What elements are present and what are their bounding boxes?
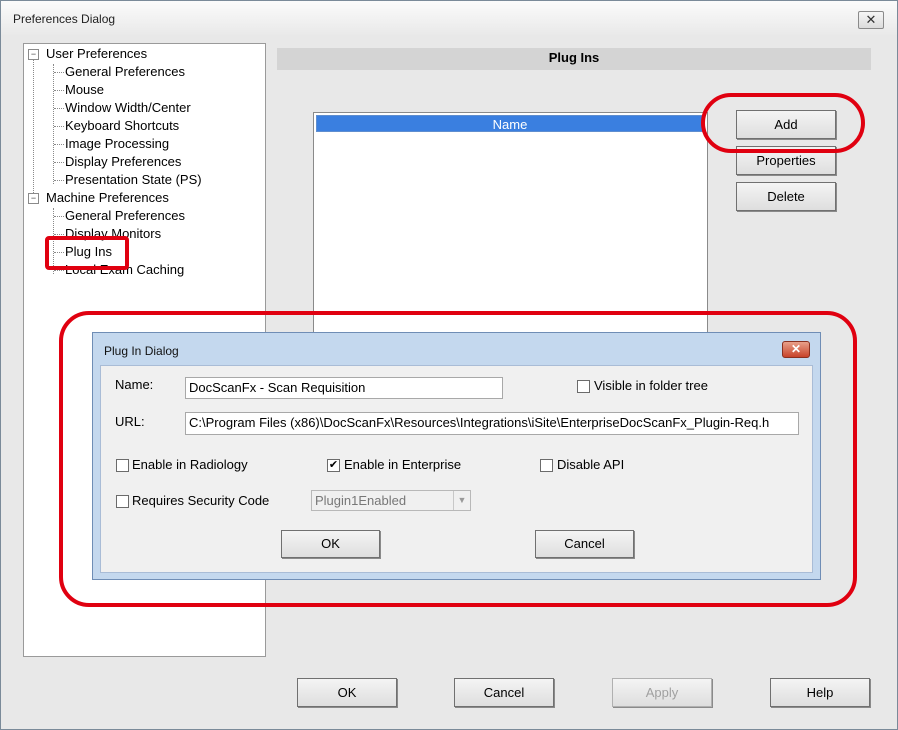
tree-connector [54,270,64,271]
tree-connector [54,162,64,163]
preferences-window: Preferences Dialog ✕ − User Preferences … [0,0,898,730]
apply-button[interactable]: Apply [612,678,712,707]
ok-button[interactable]: OK [297,678,397,707]
title-bar: Preferences Dialog ✕ [1,1,897,35]
highlight-plug-ins-item [45,236,129,270]
tree-connector [33,57,34,201]
tree-connector [54,144,64,145]
tree-item-general-preferences[interactable]: General Preferences [65,64,185,79]
help-button[interactable]: Help [770,678,870,707]
list-column-name[interactable]: Name [316,115,704,132]
window-close-button[interactable]: ✕ [858,11,884,29]
plugin-list[interactable]: Name [313,112,708,339]
delete-button[interactable]: Delete [736,182,836,211]
tree-item-general-preferences[interactable]: General Preferences [65,208,185,223]
tree-item-window-width-center[interactable]: Window Width/Center [65,100,191,115]
tree-connector [54,216,64,217]
tree-connector [54,90,64,91]
tree-connector [54,180,64,181]
highlight-add-button [701,93,865,153]
tree-connector [54,234,64,235]
tree-item-presentation-state[interactable]: Presentation State (PS) [65,172,202,187]
panel-title: Plug Ins [277,48,871,70]
tree-connector [54,108,64,109]
tree-item-user-preferences[interactable]: User Preferences [46,46,147,61]
cancel-button[interactable]: Cancel [454,678,554,707]
tree-item-display-preferences[interactable]: Display Preferences [65,154,181,169]
highlight-plug-in-dialog [59,311,857,607]
window-title: Preferences Dialog [13,12,116,26]
collapse-icon[interactable]: − [28,193,39,204]
tree-item-mouse[interactable]: Mouse [65,82,104,97]
tree-connector [54,126,64,127]
tree-connector [54,72,64,73]
tree-item-keyboard-shortcuts[interactable]: Keyboard Shortcuts [65,118,179,133]
tree-item-image-processing[interactable]: Image Processing [65,136,169,151]
tree-item-machine-preferences[interactable]: Machine Preferences [46,190,169,205]
collapse-icon[interactable]: − [28,49,39,60]
tree-connector [53,64,54,184]
